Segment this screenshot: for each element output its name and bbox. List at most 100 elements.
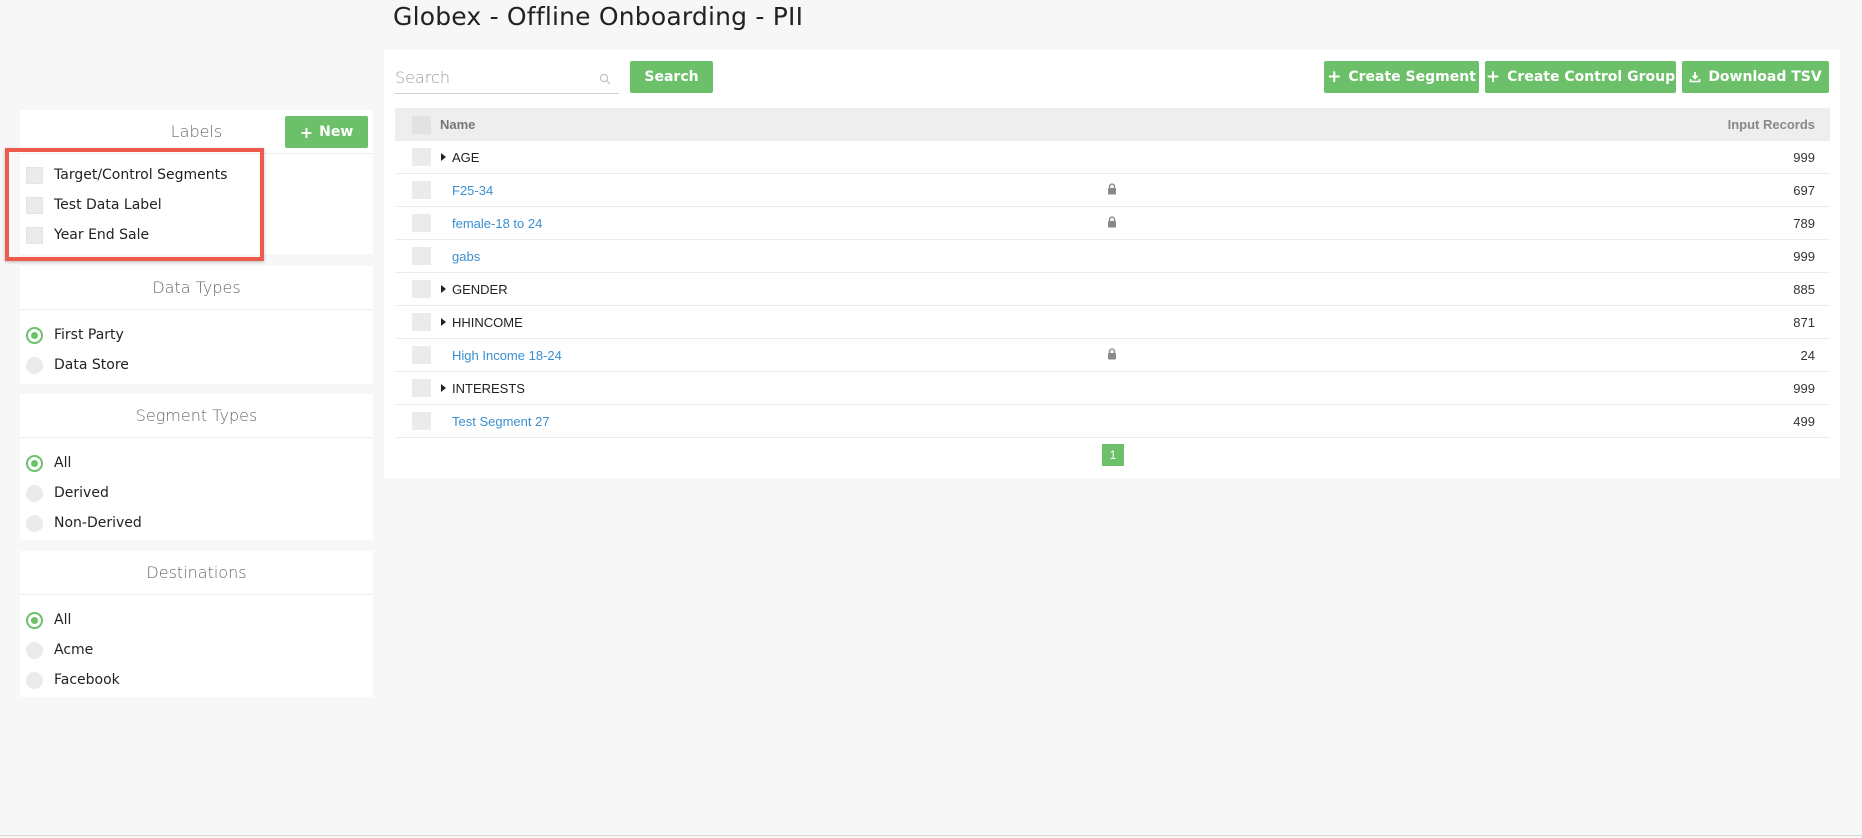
destination-option[interactable]: All (20, 605, 373, 635)
records-column-header[interactable]: Input Records (1630, 117, 1830, 132)
destination-option[interactable]: Facebook (20, 665, 373, 695)
table-row: female-18 to 24 789 (395, 207, 1830, 240)
table-row: High Income 18-24 24 (395, 339, 1830, 372)
create-control-group-button[interactable]: + Create Control Group (1485, 61, 1676, 93)
row-records-cell: 24 (1800, 347, 1815, 363)
label-option-text: Test Data Label (54, 197, 162, 213)
segment-type-option-text: All (54, 455, 72, 471)
expand-caret-icon[interactable] (441, 285, 446, 293)
row-records-cell: 999 (1793, 149, 1815, 165)
table-row: GENDER 885 (395, 273, 1830, 306)
segment-types-header: Segment Types (20, 394, 373, 438)
segment-type-option[interactable]: Derived (20, 478, 373, 508)
expand-caret-icon[interactable] (441, 384, 446, 392)
segment-type-option[interactable]: Non-Derived (20, 508, 373, 538)
destination-option[interactable]: Acme (20, 635, 373, 665)
row-name-cell: Test Segment 27 (440, 414, 1630, 429)
label-option[interactable]: Target/Control Segments (20, 160, 373, 190)
destination-radio[interactable] (26, 611, 43, 629)
data-type-option[interactable]: Data Store (20, 350, 373, 380)
expand-caret-icon[interactable] (441, 318, 446, 326)
segment-type-option-text: Non-Derived (54, 515, 142, 531)
folder-name[interactable]: INTERESTS (452, 381, 525, 396)
data-type-radio[interactable] (26, 356, 43, 374)
name-column-header[interactable]: Name (440, 117, 1630, 132)
folder-name[interactable]: AGE (452, 150, 479, 165)
destination-option-text: All (54, 612, 72, 628)
destination-radio[interactable] (26, 671, 43, 689)
data-type-option-text: First Party (54, 327, 124, 343)
plus-icon: + (1485, 66, 1501, 87)
new-label-button[interactable]: + New (285, 116, 368, 148)
folder-name[interactable]: GENDER (452, 282, 508, 297)
download-tsv-text: Download TSV (1708, 69, 1822, 85)
destination-option-text: Acme (54, 642, 94, 658)
label-option-text: Year End Sale (54, 227, 150, 243)
page-title: Globex - Offline Onboarding - PII (393, 2, 804, 31)
search-button-text: Search (644, 69, 699, 85)
segment-type-radio[interactable] (26, 484, 43, 502)
search-input[interactable] (395, 61, 619, 93)
new-label-button-text: New (319, 124, 354, 140)
expand-caret-icon[interactable] (441, 153, 446, 161)
row-checkbox[interactable] (412, 181, 431, 199)
segment-type-radio[interactable] (26, 514, 43, 532)
row-name-cell: HHINCOME (440, 315, 1630, 330)
label-checkbox[interactable] (26, 196, 43, 214)
row-records-cell: 789 (1793, 215, 1815, 231)
row-checkbox[interactable] (412, 346, 431, 364)
row-name-cell: AGE (440, 150, 1630, 165)
data-types-panel: Data Types First Party Data Store (20, 266, 373, 384)
table-row: HHINCOME 871 (395, 306, 1830, 339)
row-name-cell: High Income 18-24 (440, 348, 1630, 363)
create-control-group-text: Create Control Group (1507, 69, 1676, 85)
row-checkbox[interactable] (412, 280, 431, 298)
row-records-cell: 697 (1793, 182, 1815, 198)
labels-header-text: Labels (170, 122, 223, 141)
label-option-text: Target/Control Segments (54, 167, 228, 183)
folder-name[interactable]: HHINCOME (452, 315, 523, 330)
row-name-cell: INTERESTS (440, 381, 1630, 396)
row-name-cell: F25-34 (440, 183, 1630, 198)
download-tsv-button[interactable]: Download TSV (1682, 61, 1829, 93)
segment-link[interactable]: female-18 to 24 (452, 216, 542, 231)
row-records-cell: 999 (1793, 248, 1815, 264)
lock-icon (1108, 183, 1116, 195)
segment-link[interactable]: gabs (452, 249, 480, 264)
segment-link[interactable]: Test Segment 27 (452, 414, 550, 429)
label-option[interactable]: Test Data Label (20, 190, 373, 220)
segments-panel: Search + Create Segment + Create Control… (384, 50, 1840, 478)
segment-type-radio[interactable] (26, 454, 43, 472)
segment-type-option[interactable]: All (20, 448, 373, 478)
label-option[interactable]: Year End Sale (20, 220, 373, 250)
lock-icon (1108, 216, 1116, 228)
segment-link[interactable]: High Income 18-24 (452, 348, 562, 363)
table-row: INTERESTS 999 (395, 372, 1830, 405)
segments-table: Name Input Records AGE 999 F25-34 697 female… (395, 108, 1830, 438)
select-all-checkbox[interactable] (412, 115, 431, 134)
pagination-page[interactable]: 1 (1102, 444, 1124, 466)
row-records-cell: 871 (1793, 314, 1815, 330)
plus-icon: + (299, 122, 314, 142)
destination-radio[interactable] (26, 641, 43, 659)
row-checkbox[interactable] (412, 247, 431, 265)
plus-icon: + (1327, 66, 1342, 87)
table-row: AGE 999 (395, 141, 1830, 174)
create-segment-button[interactable]: + Create Segment (1324, 61, 1479, 93)
row-records-cell: 499 (1793, 413, 1815, 429)
label-checkbox[interactable] (26, 166, 43, 184)
row-checkbox[interactable] (412, 148, 431, 166)
row-checkbox[interactable] (412, 214, 431, 232)
segment-link[interactable]: F25-34 (452, 183, 493, 198)
row-name-cell: female-18 to 24 (440, 216, 1630, 231)
row-records-cell: 885 (1793, 281, 1815, 297)
table-row: F25-34 697 (395, 174, 1830, 207)
lock-icon (1108, 348, 1116, 360)
data-type-option[interactable]: First Party (20, 320, 373, 350)
row-checkbox[interactable] (412, 412, 431, 430)
row-checkbox[interactable] (412, 379, 431, 397)
label-checkbox[interactable] (26, 226, 43, 244)
data-type-radio[interactable] (26, 326, 43, 344)
search-button[interactable]: Search (630, 61, 713, 93)
row-checkbox[interactable] (412, 313, 431, 331)
